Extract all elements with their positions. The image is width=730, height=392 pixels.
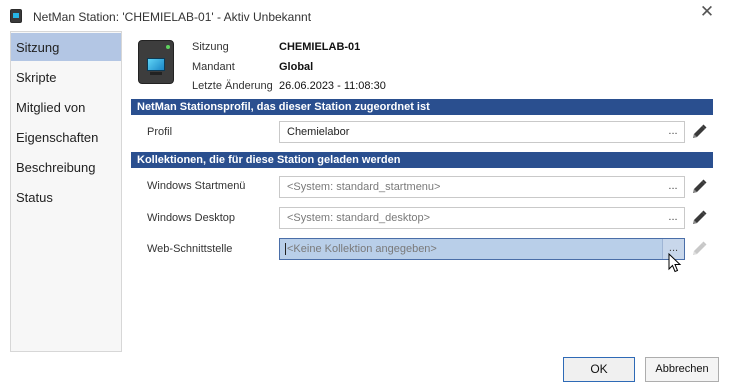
edit-profile-icon[interactable] (690, 123, 708, 141)
session-label: Sitzung (192, 41, 229, 53)
sidebar-item-eigenschaften[interactable]: Eigenschaften (11, 123, 121, 151)
profile-field[interactable]: Chemielabor ... (279, 121, 685, 143)
last-change-label: Letzte Änderung (192, 80, 273, 92)
desktop-value: <System: standard_desktop> (287, 212, 431, 224)
startmenu-label: Windows Startmenü (147, 180, 246, 192)
edit-desktop-icon[interactable] (690, 209, 708, 227)
monitor-stand (150, 72, 162, 75)
title-bar: NetMan Station: 'CHEMIELAB-01' - Aktiv U… (0, 0, 730, 31)
tenant-value: Global (279, 61, 314, 73)
web-interface-value: <Keine Kollektion angegeben> (287, 243, 437, 255)
sidebar: Sitzung Skripte Mitglied von Eigenschaft… (10, 31, 122, 352)
profile-value: Chemielabor (287, 126, 350, 138)
ok-button[interactable]: OK (563, 357, 635, 382)
last-change-value: 26.06.2023 - 11:08:30 (279, 80, 386, 92)
web-interface-label: Web-Schnittstelle (147, 243, 233, 255)
profile-label: Profil (147, 126, 173, 138)
sidebar-item-beschreibung[interactable]: Beschreibung (11, 153, 121, 181)
text-caret (285, 243, 286, 255)
close-button[interactable]: ✕ (694, 1, 720, 25)
startmenu-browse-button[interactable]: ... (662, 177, 684, 197)
sidebar-item-skripte[interactable]: Skripte (11, 63, 121, 91)
startmenu-field[interactable]: <System: standard_startmenu> ... (279, 176, 685, 198)
desktop-label: Windows Desktop (147, 212, 236, 224)
workstation-icon (138, 40, 174, 84)
tenant-label: Mandant (192, 61, 235, 73)
desktop-field[interactable]: <System: standard_desktop> ... (279, 207, 685, 229)
startmenu-value: <System: standard_startmenu> (287, 181, 441, 193)
desktop-browse-button[interactable]: ... (662, 208, 684, 228)
edit-startmenu-icon[interactable] (690, 178, 708, 196)
sidebar-item-mitglied-von[interactable]: Mitglied von (11, 93, 121, 121)
profile-browse-button[interactable]: ... (662, 122, 684, 142)
sidebar-item-sitzung[interactable]: Sitzung (11, 33, 121, 61)
profile-section-header: NetMan Stationsprofil, das dieser Statio… (131, 99, 713, 115)
mouse-cursor-icon (668, 253, 682, 273)
app-icon (10, 9, 22, 23)
web-interface-field[interactable]: <Keine Kollektion angegeben> ... (279, 238, 685, 260)
close-icon: ✕ (699, 2, 715, 22)
edit-web-interface-icon (693, 241, 707, 255)
window-title: NetMan Station: 'CHEMIELAB-01' - Aktiv U… (33, 10, 312, 24)
status-led (166, 45, 170, 49)
sidebar-item-status[interactable]: Status (11, 183, 121, 211)
monitor-screen (147, 58, 165, 71)
cancel-button[interactable]: Abbrechen (645, 357, 719, 382)
collections-section-header: Kollektionen, die für diese Station gela… (131, 152, 713, 168)
session-value: CHEMIELAB-01 (279, 41, 361, 53)
